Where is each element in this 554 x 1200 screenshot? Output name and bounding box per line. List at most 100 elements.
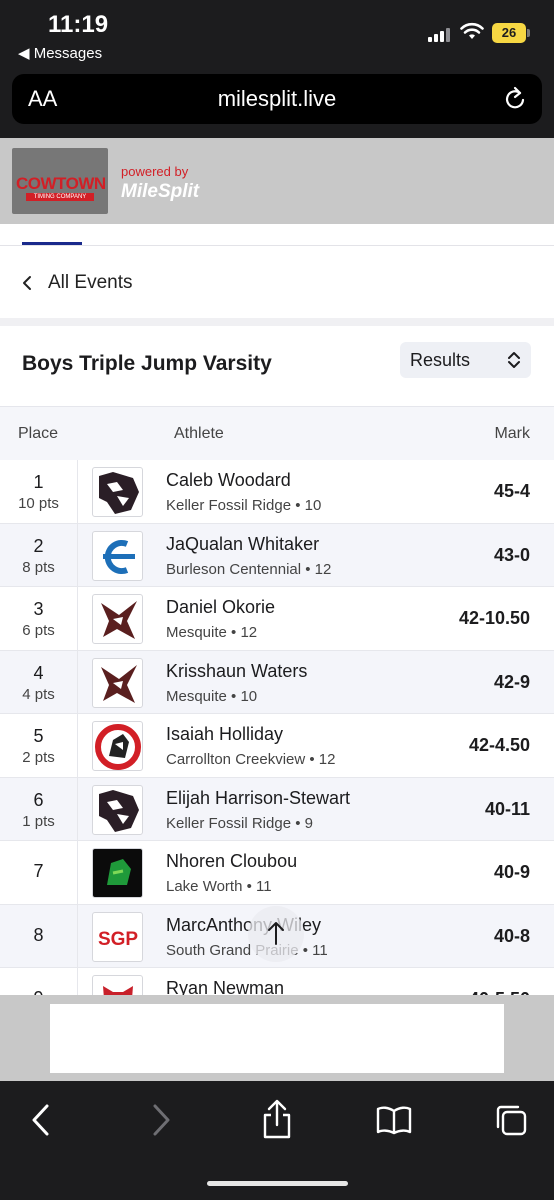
athlete-team: Mesquite • 10 xyxy=(166,687,258,705)
milesplit-logo: MileSplit xyxy=(121,181,200,202)
skeeter-logo-icon xyxy=(92,657,143,708)
wifi-icon xyxy=(460,22,484,39)
athlete-mark: 42-10.50 xyxy=(458,608,530,628)
mustang-logo-icon xyxy=(92,721,143,771)
place-number: 1 xyxy=(33,472,44,492)
athlete-name[interactable]: Caleb Woodard xyxy=(166,470,291,491)
bookmarks-icon[interactable] xyxy=(376,1105,412,1135)
table-row[interactable]: 4 4 pts Krisshaun Waters Mesquite • 10 4… xyxy=(0,650,554,714)
table-row[interactable]: 7 Nhoren Cloubou Lake Worth • 11 40-9 xyxy=(0,841,554,905)
place-points: 1 pts xyxy=(22,812,55,830)
athlete-name[interactable]: Isaiah Holliday xyxy=(166,724,283,745)
place-cell: 5 2 pts xyxy=(0,714,78,777)
sgp-logo-icon: SGP xyxy=(92,911,143,962)
tabs-divider xyxy=(0,245,554,246)
place-points: 8 pts xyxy=(22,558,55,576)
panther-logo-icon xyxy=(92,784,143,835)
all-events-back-link[interactable]: All Events xyxy=(22,272,132,294)
logo-subtext: TIMING COMPANY xyxy=(26,193,94,201)
battery-indicator: 26 xyxy=(492,23,526,43)
athlete-mark: 40-9 xyxy=(493,862,530,882)
athlete-header: Athlete xyxy=(174,425,224,442)
place-points: 4 pts xyxy=(22,685,55,703)
cowtown-timing-logo[interactable]: COWTOWN TIMING COMPANY xyxy=(12,148,108,214)
centennial-logo-icon xyxy=(92,530,143,581)
athlete-team: South Grand Prairie • 11 xyxy=(166,941,328,959)
sgp-logo-text: SGP xyxy=(98,929,138,950)
table-row[interactable]: 1 10 pts Caleb Woodard Keller Fossil Rid… xyxy=(0,460,554,524)
url-text[interactable]: milesplit.live xyxy=(12,86,542,112)
athlete-team: Mesquite • 12 xyxy=(166,624,258,641)
athlete-name[interactable]: JaQualan Whitaker xyxy=(166,534,319,555)
athlete-name[interactable]: Elijah Harrison-Stewart xyxy=(166,788,350,809)
athlete-name[interactable]: Daniel Okorie xyxy=(166,597,275,618)
logo-wordmark: COWTOWN xyxy=(16,174,106,193)
athlete-name[interactable]: Nhoren Cloubou xyxy=(166,851,297,872)
place-points: 6 pts xyxy=(22,622,55,639)
table-header: Place Athlete Mark xyxy=(0,406,554,460)
place-header: Place xyxy=(18,425,59,442)
browser-bottom-toolbar xyxy=(0,1081,554,1200)
mark-header: Mark xyxy=(494,425,530,442)
athlete-team: Burleson Centennial • 12 xyxy=(166,560,332,578)
athlete-name[interactable]: Krisshaun Waters xyxy=(166,661,307,682)
chevron-left-icon xyxy=(23,276,31,290)
place-cell: 2 8 pts xyxy=(0,523,78,586)
place-number: 7 xyxy=(33,861,44,881)
back-arrow-icon[interactable] xyxy=(30,1103,52,1137)
athlete-mark: 43-0 xyxy=(493,544,530,565)
view-select-value: Results xyxy=(410,350,471,370)
place-cell: 4 4 pts xyxy=(0,650,78,713)
reload-icon[interactable] xyxy=(504,86,528,112)
forward-arrow-icon[interactable] xyxy=(150,1103,172,1137)
back-to-messages-link[interactable]: ◀ Messages xyxy=(18,44,102,62)
battery-tip xyxy=(527,29,530,37)
view-select[interactable]: Results xyxy=(400,342,531,378)
athlete-mark: 42-9 xyxy=(493,671,530,692)
place-number: 4 xyxy=(33,662,44,683)
athlete-mark: 40-11 xyxy=(484,798,530,819)
place-cell: 7 xyxy=(0,841,78,904)
place-cell: 3 6 pts xyxy=(0,587,78,650)
athlete-mark: 42-4.50 xyxy=(468,735,530,755)
place-number: 8 xyxy=(33,924,44,945)
bullfrog-logo-icon xyxy=(92,848,143,898)
powered-by-label: powered by xyxy=(121,164,189,179)
ad-slot[interactable] xyxy=(50,1004,504,1073)
panther-logo-icon xyxy=(92,467,143,517)
place-cell: 8 xyxy=(0,904,78,967)
event-title: Boys Triple Jump Varsity xyxy=(22,352,272,375)
place-number: 2 xyxy=(33,535,44,556)
place-cell: 1 10 pts xyxy=(0,460,78,523)
place-points: 2 pts xyxy=(22,749,55,766)
tabs-icon[interactable] xyxy=(494,1103,528,1137)
home-indicator xyxy=(207,1181,348,1186)
table-row[interactable]: 6 1 pts Elijah Harrison-Stewart Keller F… xyxy=(0,777,554,841)
arrow-up-icon xyxy=(268,922,284,945)
skeeter-logo-icon xyxy=(92,594,143,644)
cellular-signal-icon xyxy=(428,26,454,42)
sponsor-banner: COWTOWN TIMING COMPANY powered by MileSp… xyxy=(0,138,554,224)
place-number: 3 xyxy=(33,599,44,619)
place-points: 10 pts xyxy=(18,495,59,512)
place-number: 5 xyxy=(33,726,44,746)
athlete-team: Lake Worth • 11 xyxy=(166,878,272,895)
address-bar[interactable]: AA milesplit.live xyxy=(12,74,542,124)
all-events-label: All Events xyxy=(48,272,133,293)
table-row[interactable]: 2 8 pts JaQualan Whitaker Burleson Cente… xyxy=(0,523,554,587)
up-down-chevron-icon xyxy=(508,352,520,368)
table-row[interactable]: 5 2 pts Isaiah Holliday Carrollton Creek… xyxy=(0,714,554,778)
athlete-team: Keller Fossil Ridge • 10 xyxy=(166,497,322,514)
status-time: 11:19 xyxy=(48,11,109,38)
share-icon[interactable] xyxy=(261,1099,293,1139)
section-divider xyxy=(0,318,554,326)
athlete-mark: 40-8 xyxy=(493,925,530,946)
browser-top-chrome: 11:19 ◀ Messages 26 AA milesplit.live xyxy=(0,0,554,138)
place-number: 6 xyxy=(33,789,44,810)
ad-banner-area xyxy=(0,995,554,1081)
athlete-mark: 45-4 xyxy=(493,481,530,501)
table-row[interactable]: 3 6 pts Daniel Okorie Mesquite • 12 42-1… xyxy=(0,587,554,651)
athlete-team: Carrollton Creekview • 12 xyxy=(166,751,336,768)
athlete-team: Keller Fossil Ridge • 9 xyxy=(166,814,313,832)
scroll-to-top-button[interactable] xyxy=(248,906,304,962)
